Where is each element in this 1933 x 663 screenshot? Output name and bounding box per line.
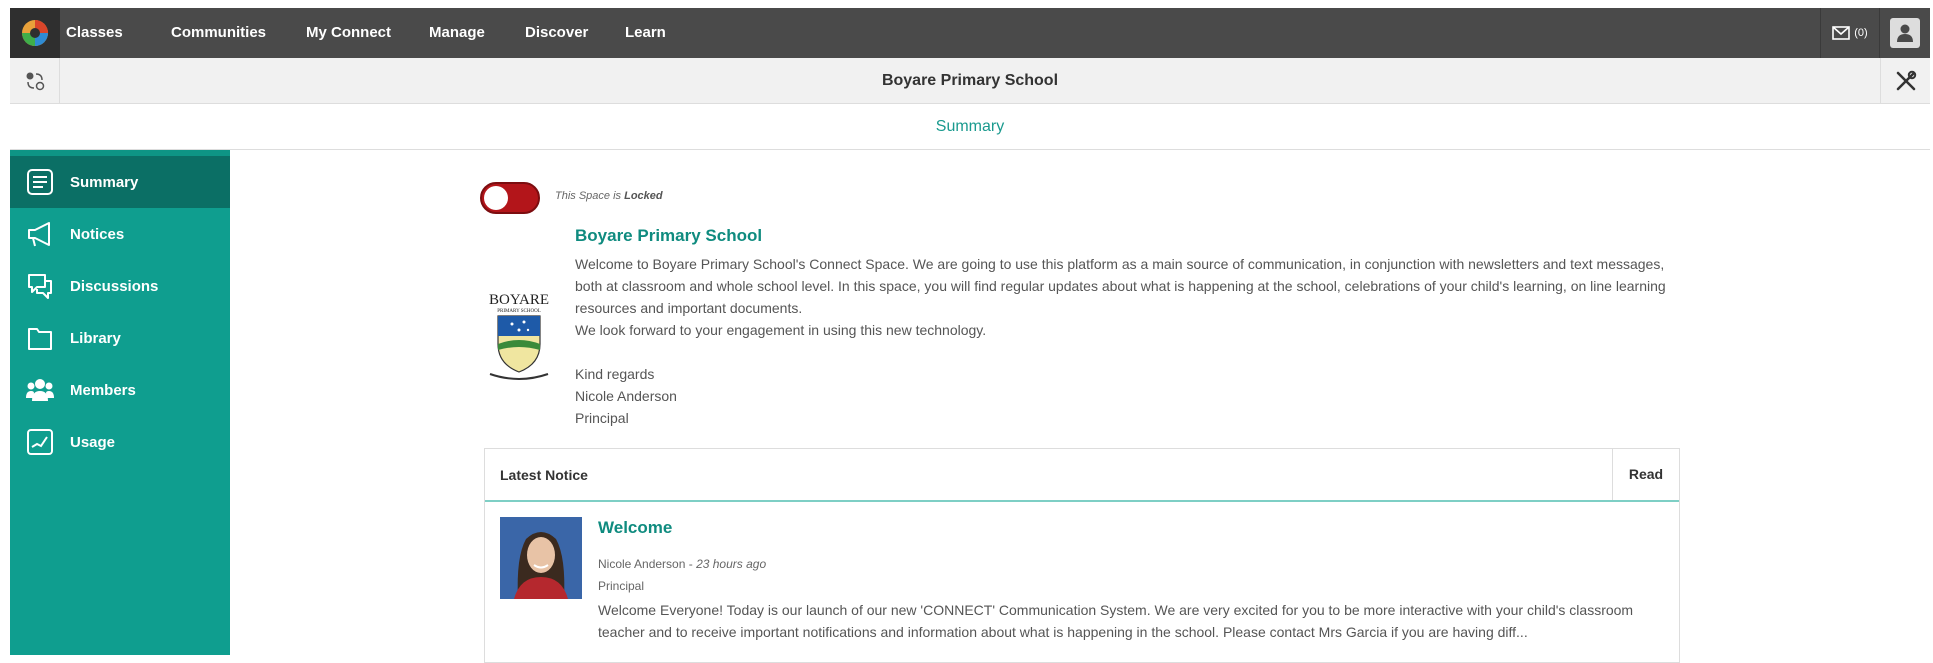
welcome-paragraph <box>575 341 1675 363</box>
chart-icon <box>24 426 56 458</box>
nav-manage[interactable]: Manage <box>429 8 485 58</box>
welcome-message: Welcome to Boyare Primary School's Conne… <box>575 253 1675 429</box>
user-menu-button[interactable] <box>1880 8 1930 58</box>
sidebar-item-label: Summary <box>70 173 139 191</box>
sidebar-item-label: Notices <box>70 225 125 243</box>
avatar <box>500 517 582 599</box>
space-title: Boyare Primary School <box>881 72 1059 89</box>
welcome-paragraph: Welcome to Boyare Primary School's Conne… <box>575 256 1666 316</box>
space-switch-button[interactable] <box>10 58 60 104</box>
welcome-paragraph: Kind regards <box>575 366 655 382</box>
welcome-paragraph: Principal <box>575 410 629 426</box>
discussion-icon <box>24 270 56 302</box>
user-icon <box>1890 18 1920 48</box>
notice-time: 23 hours ago <box>696 557 767 571</box>
lock-status: This Space is Locked <box>555 190 663 202</box>
nav-communities[interactable]: Communities <box>171 8 266 58</box>
school-logo: BOYARE PRIMARY SCHOOL <box>486 288 552 384</box>
notice-meta: Nicole Anderson - 23 hours ago <box>598 557 766 571</box>
read-button[interactable]: Read <box>1612 449 1679 500</box>
page-title: Summary <box>10 104 1930 150</box>
latest-notice-card: Latest Notice Read Welcome Nicole Anders… <box>484 448 1680 663</box>
sidebar-item-label: Discussions <box>70 277 159 295</box>
sidebar-item-library[interactable]: Library <box>10 312 230 364</box>
sidebar-item-label: Members <box>70 381 136 399</box>
svg-text:PRIMARY SCHOOL: PRIMARY SCHOOL <box>497 309 541 314</box>
sidebar-item-discussions[interactable]: Discussions <box>10 260 230 312</box>
nav-classes[interactable]: Classes <box>66 8 123 58</box>
top-nav: Classes Communities My Connect Manage Di… <box>10 8 1930 58</box>
sidebar: Summary Notices Discussions Library Memb… <box>10 150 230 655</box>
notice-author: Nicole Anderson <box>598 557 686 571</box>
nav-learn[interactable]: Learn <box>625 8 666 58</box>
summary-icon <box>24 166 56 198</box>
nav-my-connect[interactable]: My Connect <box>306 8 391 58</box>
lock-status-state: Locked <box>624 190 663 202</box>
nav-discover[interactable]: Discover <box>525 8 588 58</box>
lock-status-prefix: This Space is <box>555 190 622 202</box>
folder-icon <box>24 322 56 354</box>
space-bar: Boyare Primary School <box>10 58 1930 104</box>
megaphone-icon <box>24 218 56 250</box>
svg-text:BOYARE: BOYARE <box>489 292 549 308</box>
welcome-paragraph: We look forward to your engagement in us… <box>575 322 987 338</box>
mail-count: (0) <box>1854 27 1868 39</box>
notice-title-link[interactable]: Welcome <box>598 518 672 538</box>
school-name: Boyare Primary School <box>575 226 763 245</box>
switch-icon <box>26 72 44 91</box>
app-logo-icon[interactable] <box>10 8 60 58</box>
notice-header: Latest Notice Read <box>485 449 1679 502</box>
app-frame: Classes Communities My Connect Manage Di… <box>10 8 1930 663</box>
welcome-paragraph: Nicole Anderson <box>575 388 677 404</box>
toggle-knob <box>484 186 508 210</box>
sidebar-item-usage[interactable]: Usage <box>10 416 230 468</box>
sidebar-item-label: Usage <box>70 433 116 451</box>
notice-header-label: Latest Notice <box>500 467 588 483</box>
sidebar-item-label: Library <box>70 329 121 347</box>
mail-button[interactable]: (0) <box>1820 8 1880 58</box>
sidebar-item-summary[interactable]: Summary <box>10 156 230 208</box>
sidebar-item-members[interactable]: Members <box>10 364 230 416</box>
members-icon <box>24 374 56 406</box>
notice-author-role: Principal <box>598 579 645 593</box>
tools-icon <box>1896 70 1916 91</box>
lock-toggle[interactable] <box>480 182 540 214</box>
notice-body: Welcome Everyone! Today is our launch of… <box>598 602 1634 640</box>
mail-icon <box>1832 26 1851 40</box>
notice-separator: - <box>688 557 693 571</box>
settings-button[interactable] <box>1880 58 1930 104</box>
sidebar-item-notices[interactable]: Notices <box>10 208 230 260</box>
